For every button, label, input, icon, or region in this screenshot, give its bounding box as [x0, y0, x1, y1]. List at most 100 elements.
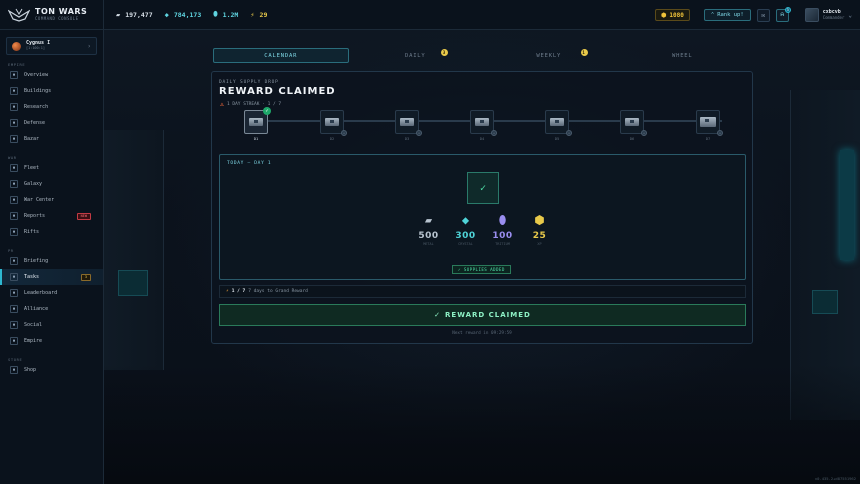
sidebar-item-bazar[interactable]: ▪ Bazar	[0, 131, 103, 147]
calendar-day-7[interactable]: D7 •	[696, 110, 723, 141]
planet-icon	[12, 41, 21, 51]
briefing-icon: ▪	[10, 257, 18, 265]
version-label: v0.435.2+d87551962	[814, 476, 856, 481]
reward-value: 300	[455, 231, 476, 241]
calendar-day-5[interactable]: D5 •	[545, 110, 572, 141]
energy-icon: ⚡	[250, 10, 255, 19]
lock-icon: •	[341, 130, 347, 136]
tab-calendar[interactable]: CALENDAR	[213, 48, 349, 63]
sidebar-item-buildings[interactable]: ▪ Buildings	[0, 83, 103, 99]
claimed-check-icon: ✓	[467, 172, 499, 204]
calendar-day-4[interactable]: D4 •	[470, 110, 497, 141]
sidebar-item-label: Bazar	[24, 136, 40, 142]
sidebar-item-briefing[interactable]: ▪ Briefing	[0, 253, 103, 269]
sidebar-item-label: Empire	[24, 338, 43, 344]
sidebar-item-badge: 3	[80, 273, 91, 281]
empire-icon: ▪	[10, 337, 18, 345]
sidebar-item-label: Briefing	[24, 258, 49, 264]
tritium-icon: ⬮	[213, 10, 218, 18]
top-bar: TON WARS COMMAND CONSOLE ▰ 197,477 ◆ 784,1…	[0, 0, 860, 30]
chest-icon	[550, 118, 564, 126]
supply-drop-panel: DAILY SUPPLY DROP REWARD CLAIMED 🜂 1 DAY …	[211, 71, 753, 344]
resource-metal: ▰ 197,477	[116, 11, 153, 19]
day-number: D7	[705, 136, 711, 141]
tasks-icon: ▪	[10, 273, 18, 281]
galaxy-icon: ▪	[10, 180, 18, 188]
rank-up-button[interactable]: ⌃ Rank up!	[703, 9, 751, 21]
sidebar-item-tasks[interactable]: ▪ Tasks 3	[0, 269, 103, 285]
sidebar-item-war-center[interactable]: ▪ War Center	[0, 192, 103, 208]
sidebar-item-defense[interactable]: ▪ Defense	[0, 115, 103, 131]
coin-value: 1080	[669, 11, 684, 19]
today-label: TODAY — DAY 1	[227, 161, 272, 166]
energy-value: 29	[259, 10, 268, 19]
crystal-value: 784,173	[173, 10, 202, 19]
sidebar-item-label: Overview	[24, 72, 49, 78]
calendar-day-6[interactable]: D6 •	[620, 110, 647, 141]
metal-icon: ▰	[116, 10, 121, 19]
task-tabs: CALENDAR DAILY 3 WEEKLY 1 WHEEL	[213, 48, 749, 63]
sidebar-item-badge: NEW	[76, 212, 91, 220]
tab-calendar-label: CALENDAR	[264, 52, 298, 59]
tab-wheel[interactable]: WHEEL	[616, 48, 750, 63]
metal-icon: ▰	[424, 213, 433, 227]
sidebar-item-label: Alliance	[24, 306, 49, 312]
chest-icon	[249, 118, 263, 126]
sidebar-section-label: EMPIRE	[8, 62, 26, 67]
sidebar-item-empire[interactable]: ▪ Empire	[0, 333, 103, 349]
lock-icon: •	[717, 130, 723, 136]
tab-weekly[interactable]: WEEKLY 1	[482, 48, 616, 63]
tab-weekly-label: WEEKLY	[536, 52, 562, 59]
sidebar: Cygnus I [1:100:1] › EMPIRE ▪ Overview ▪ Bui…	[0, 30, 104, 484]
sidebar-item-label: Fleet	[24, 165, 40, 171]
leaderboard-icon: ▪	[10, 289, 18, 297]
claim-button-label: REWARD CLAIMED	[445, 311, 531, 319]
calendar-day-1[interactable]: D1 ✓	[244, 107, 271, 141]
alliance-icon: ▪	[10, 305, 18, 313]
day-number: D6	[629, 136, 635, 141]
supplies-added-badge: ✓ SUPPLIES ADDED	[452, 265, 511, 274]
sidebar-item-galaxy[interactable]: ▪ Galaxy	[0, 176, 103, 192]
sidebar-item-fleet[interactable]: ▪ Fleet	[0, 160, 103, 176]
sidebar-item-reports[interactable]: ▪ Reports NEW	[0, 208, 103, 224]
brand[interactable]: TON WARS COMMAND CONSOLE	[0, 0, 104, 30]
reward-name: METAL	[423, 242, 434, 246]
sidebar-item-rifts[interactable]: ▪ Rifts	[0, 224, 103, 240]
reward-value: 25	[532, 231, 547, 241]
sidebar-item-label: Buildings	[24, 88, 52, 94]
planet-selector[interactable]: Cygnus I [1:100:1] ›	[6, 37, 97, 55]
sidebar-item-shop[interactable]: ▪ Shop	[0, 362, 103, 378]
reward-claimed-button[interactable]: ✓ REWARD CLAIMED	[219, 304, 746, 326]
coin-balance[interactable]: ⬢ 1080	[655, 9, 690, 21]
sidebar-item-alliance[interactable]: ▪ Alliance	[0, 301, 103, 317]
notifications-button[interactable]: ⍾ 3	[775, 6, 791, 22]
brand-name: TON WARS	[35, 7, 88, 16]
sidebar-item-label: Tasks	[24, 274, 40, 280]
chest-icon	[625, 118, 639, 126]
sidebar-item-overview[interactable]: ▪ Overview	[0, 67, 103, 83]
calendar-day-2[interactable]: D2 •	[320, 110, 347, 141]
war-center-icon: ▪	[10, 196, 18, 204]
lock-icon: •	[491, 130, 497, 136]
reward-name: XP	[537, 242, 542, 246]
lock-icon: •	[566, 130, 572, 136]
reward-item: ◆ 300 CRYSTAL	[447, 212, 484, 256]
user-menu[interactable]: cxbcvb Commander ⌄	[804, 8, 852, 22]
calendar-day-3[interactable]: D3 •	[395, 110, 422, 141]
tab-daily[interactable]: DAILY 3	[349, 48, 483, 63]
sidebar-item-social[interactable]: ▪ Social	[0, 317, 103, 333]
sidebar-item-label: Shop	[24, 367, 37, 373]
sidebar-item-leaderboard[interactable]: ▪ Leaderboard	[0, 285, 103, 301]
bazar-icon: ▪	[10, 135, 18, 143]
bell-icon: ⍾	[780, 11, 785, 18]
sidebar-item-label: Rifts	[24, 229, 40, 235]
sidebar-item-label: Galaxy	[24, 181, 43, 187]
mail-button[interactable]: ✉	[756, 8, 770, 22]
fleet-icon: ▪	[10, 164, 18, 172]
avatar	[804, 8, 819, 22]
tab-wheel-label: WHEEL	[671, 52, 693, 59]
sidebar-item-research[interactable]: ▪ Research	[0, 99, 103, 115]
mail-icon: ✉	[761, 11, 765, 19]
social-icon: ▪	[10, 321, 18, 329]
resource-crystal: ◆ 784,173	[165, 11, 202, 19]
